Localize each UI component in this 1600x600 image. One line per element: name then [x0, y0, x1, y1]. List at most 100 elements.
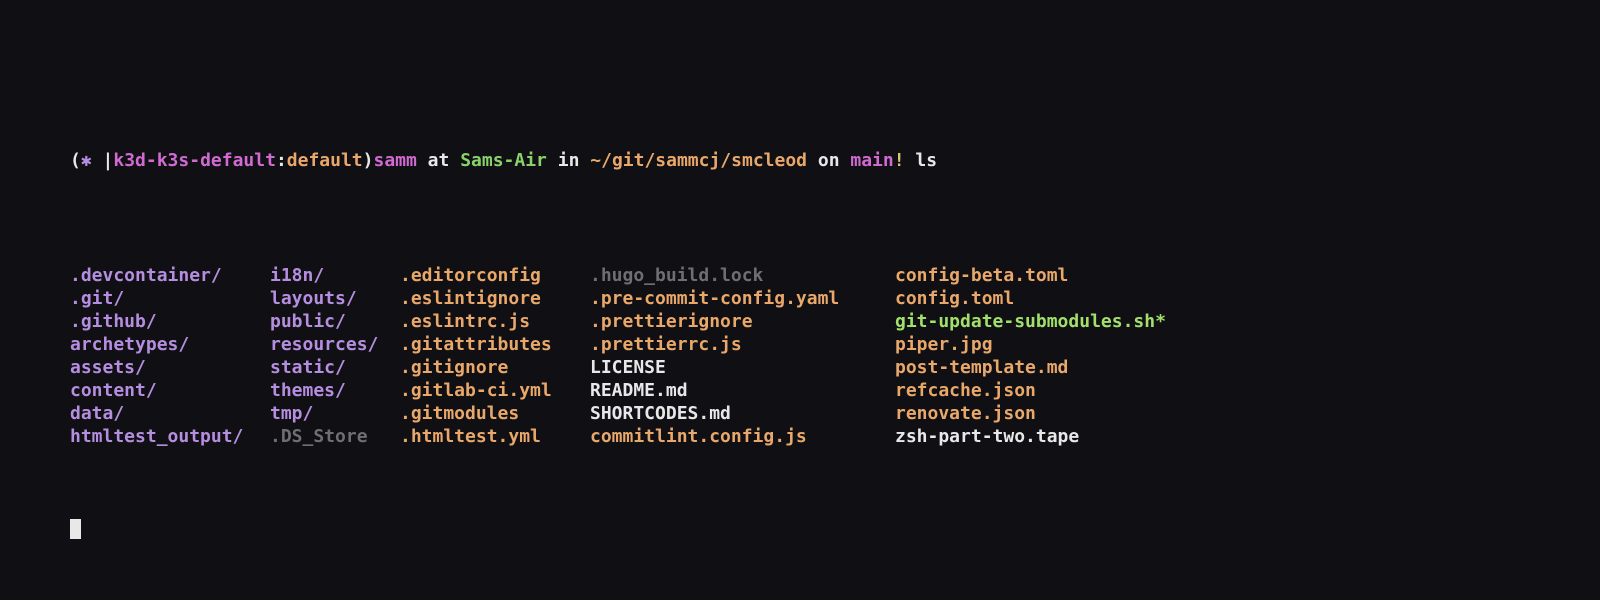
prompt-user: samm: [373, 149, 416, 172]
file-entry: tmp/: [270, 402, 400, 425]
prompt-colon: :: [276, 149, 287, 172]
ls-output: .devcontainer/.git/.github/archetypes/as…: [70, 264, 1530, 448]
file-entry: .editorconfig: [400, 264, 590, 287]
file-entry: renovate.json: [895, 402, 1166, 425]
file-entry: .htmltest.yml: [400, 425, 590, 448]
file-name: .github/: [70, 310, 157, 333]
file-entry: .devcontainer/: [70, 264, 270, 287]
file-entry: .eslintignore: [400, 287, 590, 310]
file-name: content/: [70, 379, 157, 402]
file-name: htmltest_output/: [70, 425, 243, 448]
prompt-host: Sams-Air: [460, 149, 547, 172]
file-name: assets/: [70, 356, 146, 379]
file-entry: .hugo_build.lock: [590, 264, 895, 287]
file-entry: piper.jpg: [895, 333, 1166, 356]
file-name: .eslintignore: [400, 287, 541, 310]
k8s-namespace: default: [287, 149, 363, 172]
file-entry: README.md: [590, 379, 895, 402]
file-name: .gitmodules: [400, 402, 519, 425]
ls-col-4: .hugo_build.lock.pre-commit-config.yaml.…: [590, 264, 895, 448]
prompt-open: (: [70, 149, 81, 172]
file-name: .eslintrc.js: [400, 310, 530, 333]
file-entry: data/: [70, 402, 270, 425]
file-name: .gitattributes: [400, 333, 552, 356]
file-entry: .gitmodules: [400, 402, 590, 425]
file-entry: .prettierrc.js: [590, 333, 895, 356]
k8s-context: k3d-k3s-default: [113, 149, 276, 172]
prompt-close: ): [363, 149, 374, 172]
file-name: .htmltest.yml: [400, 425, 541, 448]
file-entry: layouts/: [270, 287, 400, 310]
file-name: zsh-part-two.tape: [895, 425, 1079, 448]
file-name: renovate.json: [895, 402, 1036, 425]
file-name: .editorconfig: [400, 264, 541, 287]
file-entry: resources/: [270, 333, 400, 356]
file-name: .devcontainer/: [70, 264, 222, 287]
file-name: .gitlab-ci.yml: [400, 379, 552, 402]
ls-col-2: i18n/layouts/public/resources/static/the…: [270, 264, 400, 448]
file-entry: .DS_Store: [270, 425, 400, 448]
file-name: post-template.md: [895, 356, 1068, 379]
ls-col-3: .editorconfig.eslintignore.eslintrc.js.g…: [400, 264, 590, 448]
cursor-icon: [70, 519, 81, 539]
file-name: i18n/: [270, 264, 324, 287]
file-name: .prettierrc.js: [590, 333, 742, 356]
file-entry: commitlint.config.js: [590, 425, 895, 448]
file-name: data/: [70, 402, 124, 425]
cursor-line[interactable]: [70, 517, 1530, 542]
file-entry: assets/: [70, 356, 270, 379]
file-entry: refcache.json: [895, 379, 1166, 402]
prompt-star-icon: ✱: [81, 149, 103, 172]
file-name: .DS_Store: [270, 425, 368, 448]
file-entry: .gitignore: [400, 356, 590, 379]
file-entry: SHORTCODES.md: [590, 402, 895, 425]
file-name: .pre-commit-config.yaml: [590, 287, 839, 310]
prompt-path: ~/git/sammcj/smcleod: [590, 149, 807, 172]
file-name: .git/: [70, 287, 124, 310]
file-entry: htmltest_output/: [70, 425, 270, 448]
command-input[interactable]: ls: [905, 149, 938, 172]
prompt-at: at: [417, 149, 460, 172]
file-name: SHORTCODES.md: [590, 402, 731, 425]
file-entry: config.toml: [895, 287, 1166, 310]
file-name: layouts/: [270, 287, 357, 310]
file-name: commitlint.config.js: [590, 425, 807, 448]
file-entry: .gitlab-ci.yml: [400, 379, 590, 402]
file-entry: zsh-part-two.tape: [895, 425, 1166, 448]
file-name: tmp/: [270, 402, 313, 425]
file-entry: archetypes/: [70, 333, 270, 356]
file-entry: public/: [270, 310, 400, 333]
prompt-in: in: [547, 149, 590, 172]
file-entry: .prettierignore: [590, 310, 895, 333]
file-entry: .github/: [70, 310, 270, 333]
file-entry: LICENSE: [590, 356, 895, 379]
file-entry: git-update-submodules.sh*: [895, 310, 1166, 333]
file-name: README.md: [590, 379, 688, 402]
file-entry: static/: [270, 356, 400, 379]
file-entry: .gitattributes: [400, 333, 590, 356]
file-name: piper.jpg: [895, 333, 993, 356]
file-name: config-beta.toml: [895, 264, 1068, 287]
file-name: themes/: [270, 379, 346, 402]
git-branch: main: [850, 149, 893, 172]
file-name: .prettierignore: [590, 310, 753, 333]
file-entry: .git/: [70, 287, 270, 310]
file-name: static/: [270, 356, 346, 379]
file-name: .gitignore: [400, 356, 508, 379]
file-entry: .pre-commit-config.yaml: [590, 287, 895, 310]
file-name: config.toml: [895, 287, 1014, 310]
file-name: archetypes/: [70, 333, 189, 356]
exec-marker-icon: *: [1155, 310, 1166, 333]
file-name: git-update-submodules.sh: [895, 310, 1155, 333]
file-name: LICENSE: [590, 356, 666, 379]
git-dirty-icon: !: [894, 149, 905, 172]
prompt-line: (✱ |k3d-k3s-default:default)samm at Sams…: [70, 149, 1530, 172]
file-entry: i18n/: [270, 264, 400, 287]
file-name: public/: [270, 310, 346, 333]
file-entry: content/: [70, 379, 270, 402]
file-name: refcache.json: [895, 379, 1036, 402]
terminal[interactable]: (✱ |k3d-k3s-default:default)samm at Sams…: [0, 0, 1600, 565]
prompt-pipe: |: [103, 149, 114, 172]
file-name: resources/: [270, 333, 378, 356]
ls-col-1: .devcontainer/.git/.github/archetypes/as…: [70, 264, 270, 448]
